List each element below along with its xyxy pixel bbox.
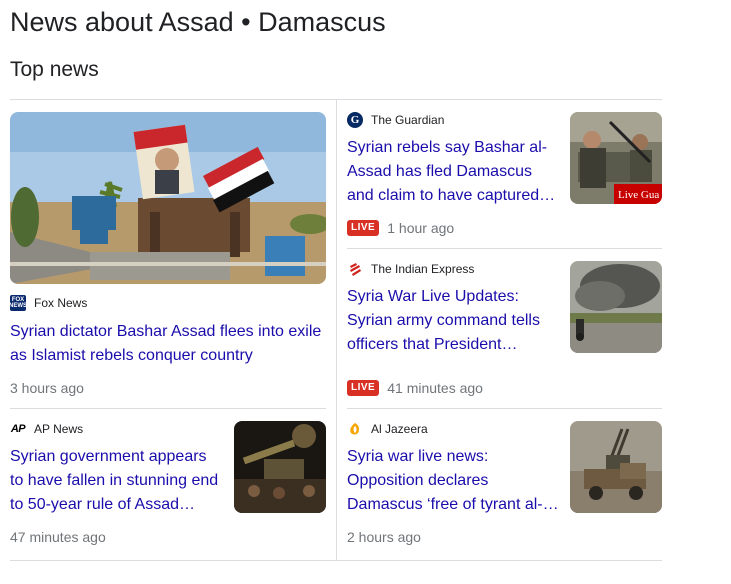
source-name: The Indian Express	[371, 262, 475, 276]
source-name: AP News	[34, 422, 84, 436]
story-source: AP AP News	[10, 421, 83, 437]
story-image[interactable]	[234, 421, 326, 513]
story-source: Al Jazeera	[347, 421, 428, 437]
image-caption: Live Gua	[618, 189, 659, 201]
live-badge: LIVE	[347, 220, 380, 236]
story-time: 2 hours ago	[347, 529, 421, 545]
source-name: Al Jazeera	[371, 422, 428, 436]
story-time: 3 hours ago	[10, 380, 84, 396]
story-meta: LIVE 1 hour ago	[347, 218, 454, 238]
live-badge: LIVE	[347, 380, 380, 396]
story-headline[interactable]: Syrian government appears to have fallen…	[10, 445, 222, 517]
story-headline[interactable]: Syrian rebels say Bashar al-Assad has fl…	[347, 136, 559, 208]
story-image[interactable]	[10, 112, 326, 284]
row-divider-left	[10, 408, 326, 409]
story-time: 47 minutes ago	[10, 529, 106, 545]
story-time: 41 minutes ago	[387, 380, 483, 396]
story-meta: LIVE 41 minutes ago	[347, 378, 483, 398]
source-name: Fox News	[34, 296, 88, 310]
story-image[interactable]	[570, 261, 662, 353]
story-headline[interactable]: Syria War Live Updates: Syrian army comm…	[347, 285, 559, 357]
al-jazeera-logo-icon	[347, 421, 363, 437]
source-name: The Guardian	[371, 113, 445, 127]
story-headline[interactable]: Syrian dictator Bashar Assad flees into …	[10, 320, 326, 368]
guardian-logo-icon: G	[347, 112, 363, 128]
section-title: Top news	[10, 58, 99, 81]
story-source: The Indian Express	[347, 261, 474, 277]
bottom-divider	[10, 560, 662, 561]
story-meta: 3 hours ago	[10, 378, 84, 398]
story-source: G The Guardian	[347, 112, 444, 128]
row-divider-right-1	[347, 248, 662, 249]
story-headline[interactable]: Syria war live news: Opposition declares…	[347, 445, 559, 517]
story-image[interactable]: Live Gua	[570, 112, 662, 204]
row-divider-right-2	[347, 408, 662, 409]
story-source: FOX NEWS Fox News	[9, 295, 88, 311]
story-time: 1 hour ago	[387, 220, 455, 236]
page-title: News about Assad • Damascus	[10, 7, 386, 37]
column-divider	[336, 100, 337, 560]
ap-logo-icon: AP	[10, 423, 26, 435]
fox-news-logo-icon: FOX NEWS	[9, 295, 27, 311]
story-meta: 2 hours ago	[347, 527, 421, 547]
story-image[interactable]	[570, 421, 662, 513]
story-meta: 47 minutes ago	[10, 527, 106, 547]
indian-express-logo-icon	[347, 261, 363, 277]
